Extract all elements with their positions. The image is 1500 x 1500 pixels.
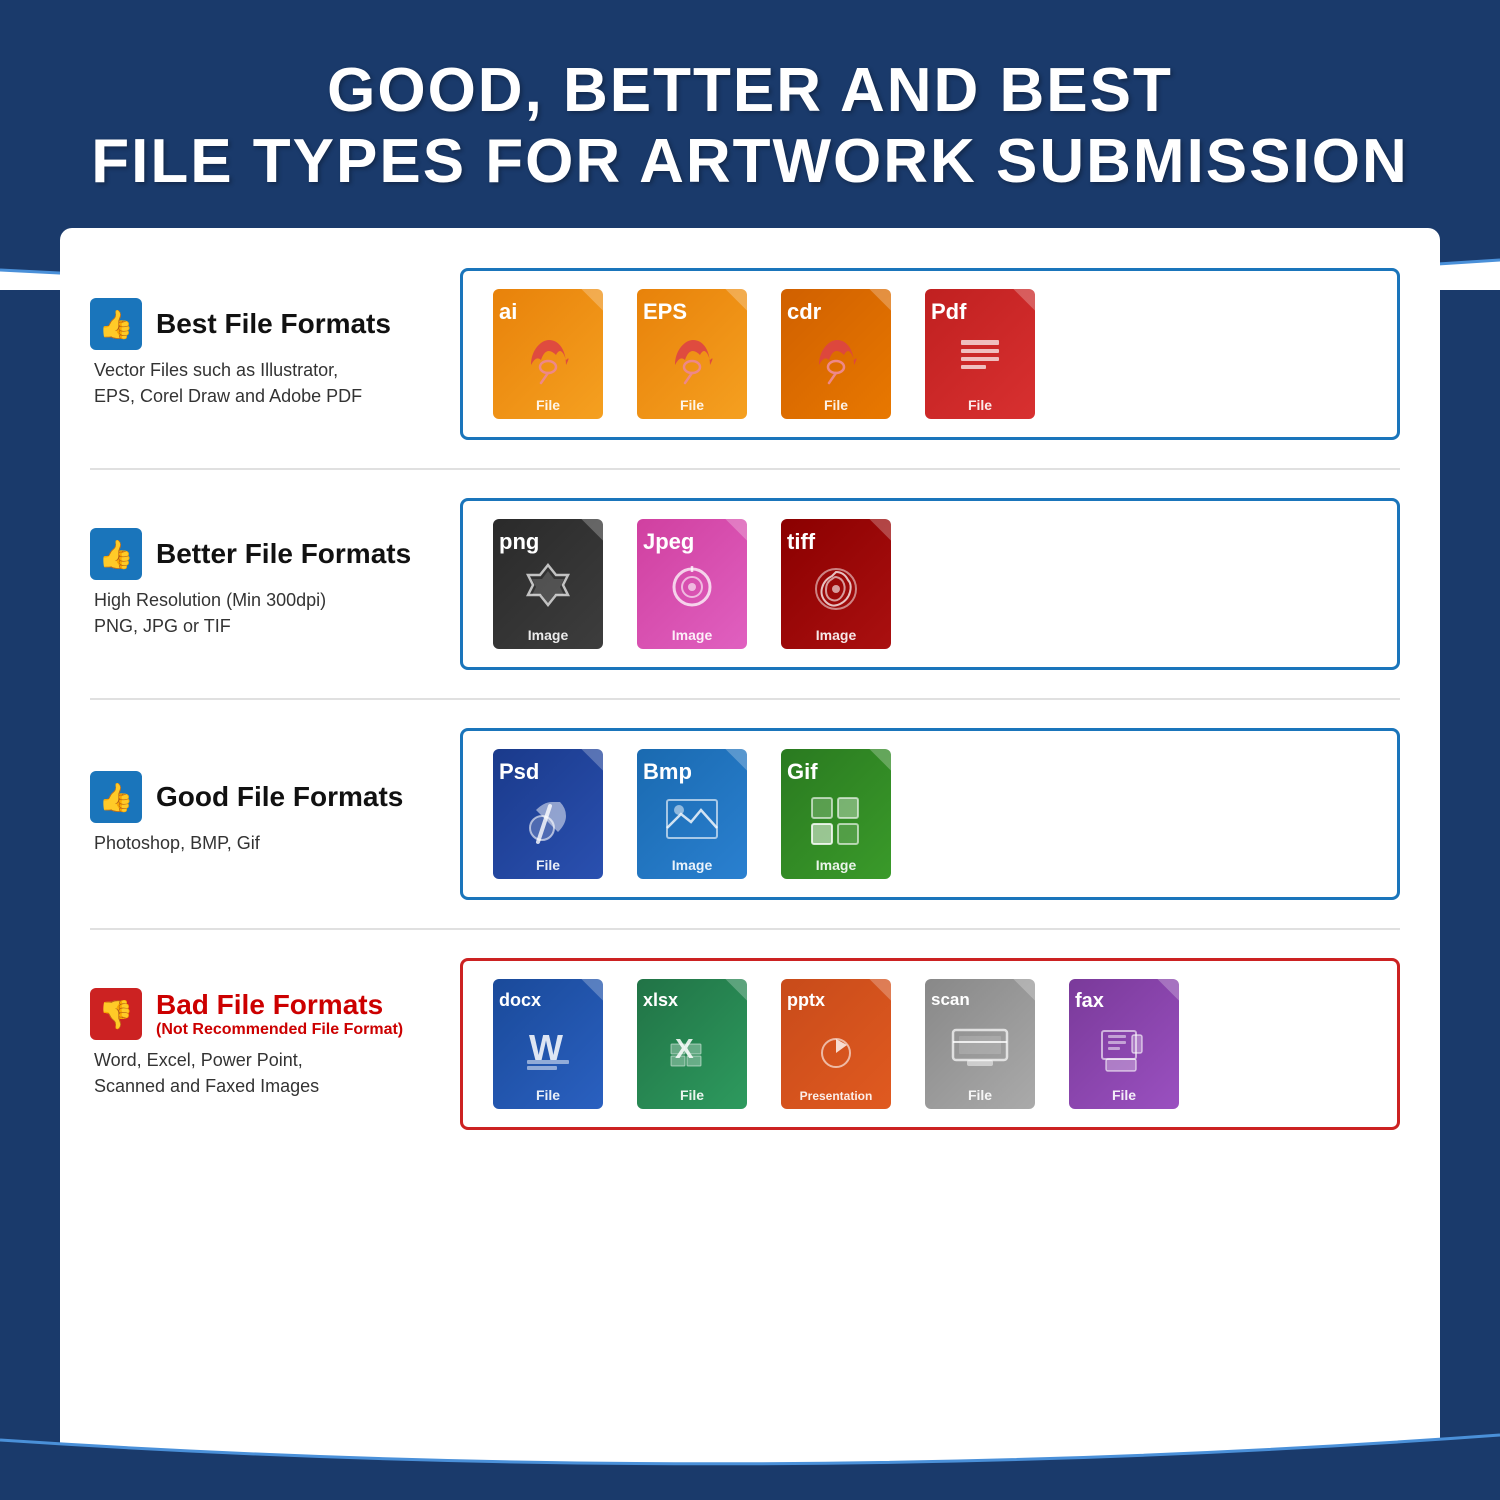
good-label: 👍 Good File Formats Photoshop, BMP, Gif bbox=[90, 771, 460, 856]
best-label: 👍 Best File Formats Vector Files such as… bbox=[90, 298, 460, 408]
best-desc: Vector Files such as Illustrator,EPS, Co… bbox=[90, 358, 430, 408]
better-row: 👍 Better File Formats High Resolution (M… bbox=[90, 498, 1400, 670]
bad-subtitle: (Not Recommended File Format) bbox=[156, 1021, 403, 1039]
good-title: Good File Formats bbox=[156, 781, 403, 813]
file-cdr: cdr File bbox=[771, 289, 901, 419]
better-desc: High Resolution (Min 300dpi)PNG, JPG or … bbox=[90, 588, 430, 638]
better-files: png Image Jpeg bbox=[460, 498, 1400, 670]
best-title: Best File Formats bbox=[156, 308, 391, 340]
file-jpeg: Jpeg Image bbox=[627, 519, 757, 649]
good-row: 👍 Good File Formats Photoshop, BMP, Gif … bbox=[90, 728, 1400, 900]
file-png: png Image bbox=[483, 519, 613, 649]
file-xlsx: xlsx X File bbox=[627, 979, 757, 1109]
file-ai: ai File bbox=[483, 289, 613, 419]
thumbs-down-bad: 👎 bbox=[90, 988, 142, 1040]
main-container: GOOD, BETTER AND BEST FILE TYPES FOR ART… bbox=[0, 0, 1500, 1500]
content-area: 👍 Best File Formats Vector Files such as… bbox=[60, 228, 1440, 1500]
bad-files: docx W File xlsx bbox=[460, 958, 1400, 1130]
better-label: 👍 Better File Formats High Resolution (M… bbox=[90, 528, 460, 638]
file-psd: Psd File bbox=[483, 749, 613, 879]
good-desc: Photoshop, BMP, Gif bbox=[90, 831, 430, 856]
bad-row: 👎 Bad File Formats (Not Recommended File… bbox=[90, 958, 1400, 1130]
best-row: 👍 Best File Formats Vector Files such as… bbox=[90, 268, 1400, 440]
thumbs-up-good: 👍 bbox=[90, 771, 142, 823]
better-title: Better File Formats bbox=[156, 538, 411, 570]
file-docx: docx W File bbox=[483, 979, 613, 1109]
file-bmp: Bmp Image bbox=[627, 749, 757, 879]
file-fax: fax File bbox=[1059, 979, 1189, 1109]
thumbs-up-better: 👍 bbox=[90, 528, 142, 580]
file-pptx: pptx Presentation bbox=[771, 979, 901, 1109]
file-gif: Gif Image bbox=[771, 749, 901, 879]
bad-label: 👎 Bad File Formats (Not Recommended File… bbox=[90, 988, 460, 1098]
file-eps: EPS File bbox=[627, 289, 757, 419]
header: GOOD, BETTER AND BEST FILE TYPES FOR ART… bbox=[0, 0, 1500, 228]
best-files: ai File EPS bbox=[460, 268, 1400, 440]
page-title: GOOD, BETTER AND BEST FILE TYPES FOR ART… bbox=[60, 55, 1440, 198]
file-tiff: tiff Image bbox=[771, 519, 901, 649]
bad-desc: Word, Excel, Power Point,Scanned and Fax… bbox=[90, 1048, 430, 1098]
file-pdf: Pdf File bbox=[915, 289, 1045, 419]
file-scan: scan File bbox=[915, 979, 1045, 1109]
thumbs-up-best: 👍 bbox=[90, 298, 142, 350]
bad-title: Bad File Formats bbox=[156, 989, 403, 1021]
good-files: Psd File Bmp bbox=[460, 728, 1400, 900]
